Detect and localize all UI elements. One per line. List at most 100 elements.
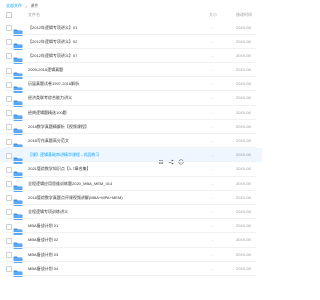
row-checkbox[interactable] (6, 53, 12, 60)
file-name[interactable]: 经济类联考综合能力讲义 (28, 95, 72, 101)
row-checkbox[interactable] (6, 124, 12, 131)
row-checkbox[interactable] (6, 138, 12, 145)
file-date: 2019-08 (236, 223, 251, 229)
file-size: - (212, 138, 214, 143)
file-name[interactable]: 2018写作真题高分范文 (28, 138, 69, 144)
file-row[interactable]: 经济类联考综合能力讲义 - 2019-08 (0, 91, 262, 107)
file-row[interactable]: MBA备战计划 02 - 2019-08 (0, 233, 262, 249)
folder-icon (13, 38, 23, 51)
file-size: - (212, 95, 214, 101)
breadcrumb-parent[interactable]: 全部文件 (6, 3, 22, 9)
file-date: 2019-08 (236, 109, 251, 115)
file-name[interactable]: 全程逻辑专项训练讲义 (28, 209, 68, 215)
row-checkbox[interactable] (6, 67, 12, 74)
file-name[interactable]: 经典逻辑题精选100题 (28, 110, 67, 116)
folder-icon (13, 66, 23, 79)
file-row[interactable]: 2018管综数学真题点评课视频讲解(MBA+MPA+MEM) - 2019-08 (0, 190, 262, 207)
file-date: 2019-08 (236, 38, 251, 44)
file-date: 2019-08 (236, 194, 251, 200)
row-checkbox[interactable] (6, 237, 12, 244)
file-date: 2019-08 (236, 138, 251, 143)
folder-icon (13, 222, 23, 235)
file-name[interactable]: MBA备战计划 04 (28, 266, 58, 272)
file-row[interactable]: 2018数学真题精解析【视频课程】 - 2019-08 (0, 119, 262, 136)
share-icon[interactable] (158, 152, 164, 164)
file-name[interactable]: 2009-2016逻辑真题 (28, 67, 63, 73)
file-name[interactable]: 2018管综数学真题点评课视频讲解(MBA+MPA+MEM) (28, 195, 123, 201)
more-icon[interactable] (178, 152, 184, 165)
row-checkbox[interactable] (6, 181, 12, 188)
file-size: - (212, 152, 214, 158)
select-all-checkbox[interactable] (6, 12, 12, 18)
breadcrumb-separator: > (25, 3, 28, 9)
row-checkbox[interactable] (6, 110, 12, 117)
row-checkbox[interactable] (6, 95, 12, 102)
file-name[interactable]: 历届真题试卷1997-2016解析 (28, 81, 79, 87)
folder-icon (13, 24, 23, 36)
row-checkbox[interactable] (6, 39, 12, 46)
row-checkbox[interactable] (6, 266, 12, 273)
row-checkbox[interactable] (6, 209, 12, 216)
file-size: - (212, 223, 214, 229)
file-row[interactable]: 【课】逻辑基础串讲精华课程 - 巩固练习 - 2019-08 (0, 147, 262, 165)
file-row[interactable]: MBA备战计划 04 - 2019-08 (0, 261, 262, 278)
link-icon[interactable] (168, 152, 174, 164)
file-date: 2019-08 (236, 166, 251, 172)
list-header: 文件名 大小 修改时间 (0, 10, 262, 19)
file-date: 2019-08 (236, 52, 251, 58)
row-checkbox[interactable] (6, 152, 12, 159)
file-name[interactable]: MBA备战计划 03 (28, 252, 58, 258)
file-row[interactable]: 【2012年逻辑专项讲义】01 - 2019-08 (0, 20, 262, 36)
file-row[interactable]: MBA备战计划 03 - 2019-08 (0, 247, 262, 263)
file-date: 2019-08 (236, 95, 251, 101)
header-date[interactable]: 修改时间 (236, 12, 252, 18)
folder-icon (13, 165, 23, 178)
file-name[interactable]: MBA备战计划 02 (28, 237, 58, 243)
file-date: 2019-08 (236, 123, 251, 129)
file-row[interactable]: 【2012年逻辑专项讲义】07 - 2019-08 (0, 48, 262, 65)
file-date: 2019-08 (236, 180, 251, 186)
file-row[interactable]: 历届真题试卷1997-2016解析 - 2019-08 (0, 77, 262, 93)
file-date: 2019-08 (236, 81, 251, 87)
folder-icon (13, 208, 23, 221)
file-name[interactable]: 【课】逻辑基础串讲精华课程 - 巩固练习 (28, 152, 100, 158)
file-name[interactable]: 全程逻辑应用思维训练题2020_MBA_MEM_014 (28, 181, 112, 187)
file-row[interactable]: 全程逻辑应用思维训练题2020_MBA_MEM_014 - 2019-08 (0, 176, 262, 193)
file-size: - (212, 251, 214, 257)
file-size: - (212, 109, 214, 115)
file-name[interactable]: 【2012年逻辑专项讲义】07 (28, 53, 77, 59)
row-checkbox[interactable] (6, 166, 12, 173)
folder-icon (13, 123, 23, 136)
row-checkbox[interactable] (6, 252, 12, 258)
file-size: - (212, 166, 214, 172)
row-checkbox[interactable] (6, 223, 12, 230)
breadcrumb-current: 课件 (30, 3, 39, 8)
file-row[interactable]: 2021管综数学知识点【1-7章合集】 - 2019-08 (0, 162, 262, 178)
file-date: 2019-08 (236, 265, 251, 271)
folder-icon (13, 80, 23, 93)
file-name[interactable]: MBA备战计划 01 (28, 223, 58, 229)
file-row[interactable]: 经典逻辑题精选100题 - 2019-08 (0, 105, 262, 122)
file-size: - (212, 67, 214, 73)
folder-icon (13, 151, 23, 164)
file-row[interactable]: 全程逻辑专项训练讲义 - 2019-08 (0, 204, 262, 221)
file-size: - (212, 265, 214, 271)
file-name[interactable]: 2018数学真题精解析【视频课程】 (28, 124, 89, 130)
file-name[interactable]: 【2012年逻辑专项讲义】02 (28, 39, 77, 45)
row-checkbox[interactable] (6, 81, 12, 88)
file-row[interactable]: 2018写作真题高分范文 - 2019-08 (0, 134, 262, 150)
file-size: - (212, 123, 214, 129)
file-size: - (212, 180, 214, 186)
file-name[interactable]: 【2012年逻辑专项讲义】01 (28, 25, 77, 31)
file-size: - (212, 208, 214, 214)
file-row[interactable]: 2009-2016逻辑真题 - 2019-08 (0, 63, 262, 79)
file-size: - (212, 52, 214, 58)
file-name[interactable]: 2021管综数学知识点【1-7章合集】 (28, 166, 91, 172)
file-row[interactable]: 【2012年逻辑专项讲义】02 - 2019-08 (0, 34, 262, 51)
file-row[interactable]: MBA备战计划 01 - 2019-08 (0, 219, 262, 235)
file-date: 2019-08 (236, 67, 251, 73)
header-name[interactable]: 文件名 (28, 12, 40, 18)
header-size[interactable]: 大小 (209, 12, 217, 18)
row-checkbox[interactable] (6, 25, 12, 31)
row-checkbox[interactable] (6, 195, 12, 202)
